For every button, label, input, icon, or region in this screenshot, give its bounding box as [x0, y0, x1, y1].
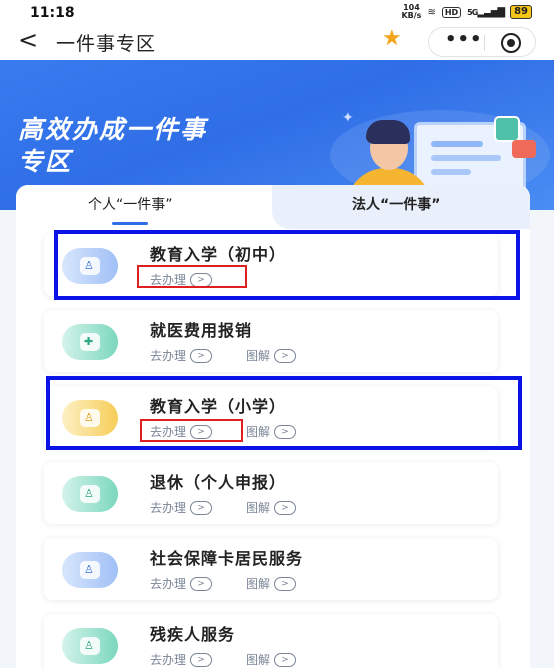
go-handle-label: 去办理: [150, 653, 187, 667]
capsule-divider: [484, 35, 485, 51]
list-item[interactable]: ♙ 退休（个人申报） 去办理 > 图解 >: [44, 462, 498, 524]
highlight-box-red: [140, 419, 243, 442]
vibrate-icon: ≋: [427, 6, 436, 18]
item-title: 残疾人服务: [150, 625, 236, 644]
banner-title-line1: 高效办成一件事: [18, 115, 208, 144]
diagram-button[interactable]: 图解 >: [246, 499, 297, 516]
diagram-button[interactable]: 图解 >: [246, 575, 297, 592]
go-handle-button[interactable]: 去办理 >: [150, 499, 213, 516]
network-speed-unit: KB/s: [401, 11, 422, 20]
tab-active-indicator: [112, 222, 148, 225]
tab-bar: 个人“一件事” 法人“一件事”: [16, 185, 530, 229]
social-security-card-icon: ♙: [62, 552, 118, 588]
miniprogram-capsule: •••: [428, 27, 536, 57]
banner-title: 高效办成一件事 专区: [18, 114, 207, 178]
list-item[interactable]: ✚ 就医费用报销 去办理 > 图解 >: [44, 310, 498, 372]
page-title: 一件事专区: [56, 33, 157, 55]
diagram-label: 图解: [246, 577, 271, 591]
arrow-right-icon: >: [274, 500, 297, 515]
battery-icon: 89: [510, 5, 532, 19]
diagram-label: 图解: [246, 653, 271, 667]
highlight-box-blue: [54, 230, 520, 300]
go-handle-button[interactable]: 去办理 >: [150, 575, 213, 592]
arrow-right-icon: >: [190, 652, 213, 667]
highlight-box-red: [137, 265, 247, 288]
banner-title-line2: 专区: [18, 147, 73, 176]
diagram-button[interactable]: 图解 >: [246, 347, 297, 364]
diagram-label: 图解: [246, 501, 271, 515]
person-hair-illustration: [366, 120, 410, 144]
arrow-right-icon: >: [190, 348, 213, 363]
arrow-right-icon: >: [274, 348, 297, 363]
tab-legal-entity[interactable]: 法人“一件事”: [272, 185, 530, 229]
shield-icon: [494, 116, 520, 142]
sparkle-icon: ✦: [342, 110, 354, 126]
diagram-label: 图解: [246, 349, 271, 363]
back-icon[interactable]: <: [18, 26, 38, 54]
go-handle-label: 去办理: [150, 577, 187, 591]
item-title: 社会保障卡居民服务: [150, 549, 304, 568]
go-handle-button[interactable]: 去办理 >: [150, 347, 213, 364]
tab-personal[interactable]: 个人“一件事”: [16, 185, 272, 229]
medical-icon: ✚: [62, 324, 118, 360]
signal-icon: 5G▂▃▅▇: [467, 6, 505, 18]
signal-label: 5G: [467, 7, 478, 17]
status-icons: 104 KB/s ≋ HD 5G▂▃▅▇ 89: [401, 4, 532, 20]
tab-personal-label: 个人“一件事”: [88, 197, 173, 213]
item-title: 就医费用报销: [150, 321, 253, 340]
disability-service-icon: ♙: [62, 628, 118, 664]
hd-icon: HD: [441, 6, 462, 18]
item-title: 退休（个人申报）: [150, 473, 287, 492]
arrow-right-icon: >: [190, 500, 213, 515]
network-speed: 104 KB/s: [401, 4, 421, 20]
close-icon[interactable]: [501, 33, 521, 53]
go-handle-label: 去办理: [150, 501, 187, 515]
status-time: 11:18: [30, 5, 75, 21]
highlight-box-blue: [46, 376, 522, 450]
list-item[interactable]: ♙ 残疾人服务 去办理 > 图解 >: [44, 614, 498, 668]
more-icon[interactable]: •••: [445, 29, 483, 50]
status-bar: 11:18 104 KB/s ≋ HD 5G▂▃▅▇ 89: [0, 0, 554, 24]
arrow-right-icon: >: [274, 652, 297, 667]
go-handle-button[interactable]: 去办理 >: [150, 651, 213, 668]
arrow-right-icon: >: [274, 576, 297, 591]
retirement-icon: ♙: [62, 476, 118, 512]
list-item[interactable]: ♙ 社会保障卡居民服务 去办理 > 图解 >: [44, 538, 498, 600]
tab-legal-entity-label: 法人“一件事”: [352, 197, 441, 213]
favorite-star-icon[interactable]: ★: [382, 26, 402, 51]
document-badge-icon: [512, 140, 536, 158]
arrow-right-icon: >: [190, 576, 213, 591]
diagram-button[interactable]: 图解 >: [246, 651, 297, 668]
go-handle-label: 去办理: [150, 349, 187, 363]
navigation-bar: < 一件事专区 ★ •••: [0, 24, 554, 60]
